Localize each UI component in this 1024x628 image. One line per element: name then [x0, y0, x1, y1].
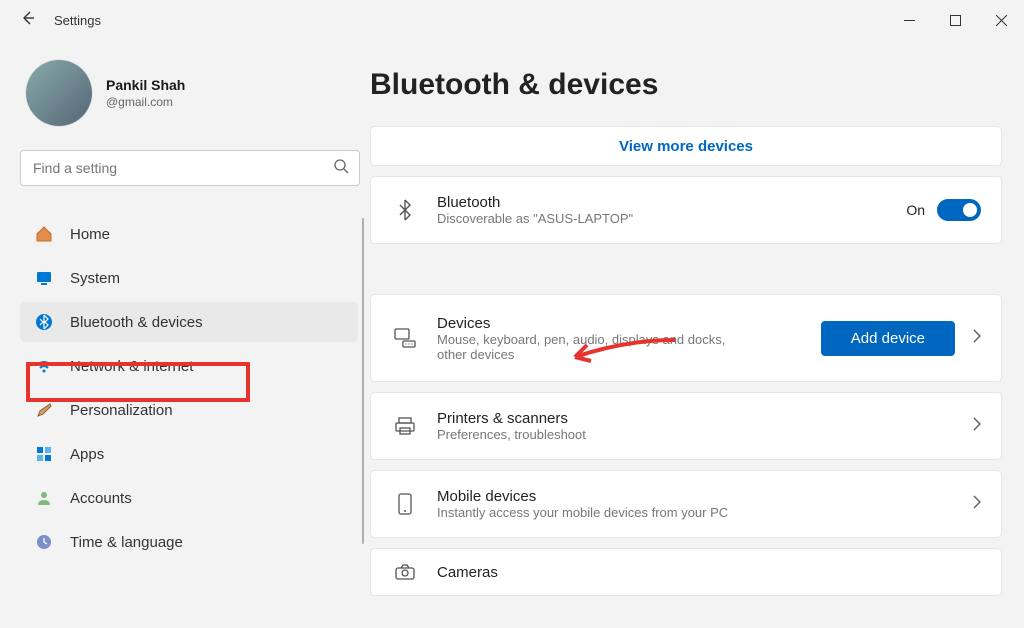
avatar: [26, 60, 92, 126]
nav-item-label: Home: [70, 226, 110, 243]
bluetooth-icon: [34, 312, 54, 332]
search-input[interactable]: [33, 160, 333, 176]
close-button[interactable]: [978, 0, 1024, 40]
titlebar: Settings: [0, 0, 1024, 40]
nav-list: Home System Bluetooth & devices Network …: [20, 214, 358, 562]
apps-icon: [34, 444, 54, 464]
minimize-button[interactable]: [886, 0, 932, 40]
accounts-icon: [34, 488, 54, 508]
camera-icon: [391, 563, 419, 581]
app-title: Settings: [54, 13, 101, 28]
printers-card[interactable]: Printers & scanners Preferences, trouble…: [370, 392, 1002, 460]
bluetooth-toggle[interactable]: [937, 199, 981, 221]
nav-item-label: Apps: [70, 446, 104, 463]
mobile-card[interactable]: Mobile devices Instantly access your mob…: [370, 470, 1002, 538]
window-controls: [886, 0, 1024, 40]
content-area: Bluetooth & devices View more devices Bl…: [370, 40, 1024, 628]
sidebar: Pankil Shah @gmail.com Home System Bluet…: [0, 40, 370, 628]
search-icon: [333, 158, 349, 179]
bluetooth-icon: [391, 198, 419, 222]
devices-icon: [391, 327, 419, 349]
view-more-link[interactable]: View more devices: [619, 138, 753, 155]
card-subtitle: Mouse, keyboard, pen, audio, displays an…: [437, 332, 737, 362]
mobile-icon: [391, 493, 419, 515]
nav-item-personalization[interactable]: Personalization: [20, 390, 358, 430]
card-title: Devices: [437, 315, 803, 332]
brush-icon: [34, 400, 54, 420]
profile-block[interactable]: Pankil Shah @gmail.com: [20, 40, 358, 150]
card-title: Printers & scanners: [437, 410, 955, 427]
wifi-icon: [34, 356, 54, 376]
nav-item-network[interactable]: Network & internet: [20, 346, 358, 386]
nav-item-system[interactable]: System: [20, 258, 358, 298]
nav-item-label: Personalization: [70, 402, 173, 419]
card-title: Bluetooth: [437, 194, 888, 211]
nav-item-bluetooth[interactable]: Bluetooth & devices: [20, 302, 358, 342]
nav-item-apps[interactable]: Apps: [20, 434, 358, 474]
nav-item-label: Time & language: [70, 534, 183, 551]
toggle-state: On: [906, 202, 925, 218]
chevron-right-icon: [973, 329, 981, 348]
nav-item-accounts[interactable]: Accounts: [20, 478, 358, 518]
home-icon: [34, 224, 54, 244]
cameras-card[interactable]: Cameras: [370, 548, 1002, 596]
printer-icon: [391, 416, 419, 436]
clock-icon: [34, 532, 54, 552]
profile-email: @gmail.com: [106, 95, 185, 109]
nav-item-label: System: [70, 270, 120, 287]
devices-card[interactable]: Devices Mouse, keyboard, pen, audio, dis…: [370, 294, 1002, 382]
bluetooth-card[interactable]: Bluetooth Discoverable as "ASUS-LAPTOP" …: [370, 176, 1002, 244]
card-title: Cameras: [437, 564, 981, 581]
card-title: Mobile devices: [437, 488, 955, 505]
nav-item-label: Network & internet: [70, 358, 193, 375]
card-subtitle: Discoverable as "ASUS-LAPTOP": [437, 211, 888, 226]
card-subtitle: Preferences, troubleshoot: [437, 427, 955, 442]
back-icon[interactable]: [20, 10, 36, 31]
view-more-card[interactable]: View more devices: [370, 126, 1002, 166]
add-device-button[interactable]: Add device: [821, 321, 955, 356]
chevron-right-icon: [973, 495, 981, 514]
nav-item-label: Accounts: [70, 490, 132, 507]
nav-item-home[interactable]: Home: [20, 214, 358, 254]
nav-item-time[interactable]: Time & language: [20, 522, 358, 562]
system-icon: [34, 268, 54, 288]
page-title: Bluetooth & devices: [370, 68, 1002, 102]
nav-item-label: Bluetooth & devices: [70, 314, 203, 331]
chevron-right-icon: [973, 417, 981, 436]
card-subtitle: Instantly access your mobile devices fro…: [437, 505, 955, 520]
search-box[interactable]: [20, 150, 360, 186]
profile-name: Pankil Shah: [106, 77, 185, 93]
maximize-button[interactable]: [932, 0, 978, 40]
